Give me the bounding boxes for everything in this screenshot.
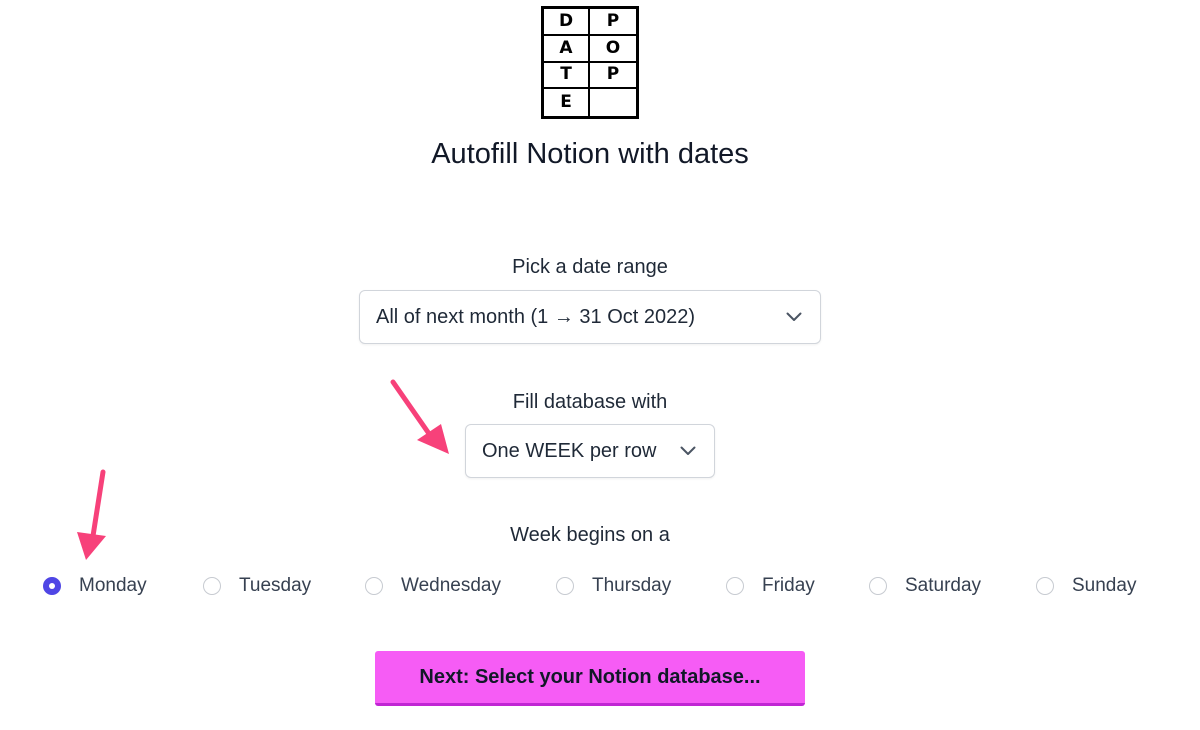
radio-button[interactable]: [365, 577, 383, 595]
radio-friday[interactable]: Friday: [726, 572, 815, 600]
logo-letter: D: [544, 9, 590, 36]
radio-button[interactable]: [203, 577, 221, 595]
radio-button[interactable]: [556, 577, 574, 595]
radio-label: Sunday: [1072, 575, 1137, 596]
page-title: Autofill Notion with dates: [431, 138, 749, 170]
radio-thursday[interactable]: Thursday: [556, 572, 671, 600]
radio-sunday[interactable]: Sunday: [1036, 572, 1136, 600]
fill-database-label: Fill database with: [512, 391, 668, 413]
radio-label: Monday: [79, 575, 147, 596]
next-select-database-button[interactable]: Next: Select your Notion database...: [375, 651, 805, 706]
date-range-select[interactable]: All of next month (1 → 31 Oct 2022): [359, 290, 821, 344]
radio-label: Wednesday: [401, 575, 501, 596]
date-range-label: Pick a date range: [512, 256, 668, 278]
logo-letter: P: [590, 9, 636, 36]
week-start-radio-group: Monday Tuesday Wednesday Thursday Friday…: [0, 572, 1200, 600]
radio-button[interactable]: [43, 577, 61, 595]
chevron-down-icon: [786, 309, 802, 325]
chevron-down-icon: [680, 443, 696, 459]
radio-label: Saturday: [905, 575, 982, 596]
fill-database-value: One WEEK per row: [482, 439, 657, 462]
radio-button[interactable]: [726, 577, 744, 595]
week-begins-label: Week begins on a: [510, 524, 670, 546]
radio-label: Friday: [762, 575, 815, 596]
logo-letter: P: [590, 63, 636, 90]
logo-letter: O: [590, 36, 636, 63]
date-range-value: All of next month (1 → 31 Oct 2022): [376, 305, 696, 328]
radio-saturday[interactable]: Saturday: [869, 572, 981, 600]
radio-button[interactable]: [869, 577, 887, 595]
radio-button[interactable]: [1036, 577, 1054, 595]
datepop-logo: D P A O T P E: [541, 6, 639, 119]
logo-letter: [590, 89, 636, 116]
logo-letter: E: [544, 89, 590, 116]
logo-letter: A: [544, 35, 590, 63]
logo-letter: T: [544, 62, 590, 90]
fill-database-select[interactable]: One WEEK per row: [465, 424, 715, 478]
radio-tuesday[interactable]: Tuesday: [203, 572, 311, 600]
radio-label: Tuesday: [239, 575, 312, 596]
radio-label: Thursday: [592, 575, 672, 596]
radio-wednesday[interactable]: Wednesday: [365, 572, 501, 600]
radio-monday[interactable]: Monday: [43, 572, 147, 600]
